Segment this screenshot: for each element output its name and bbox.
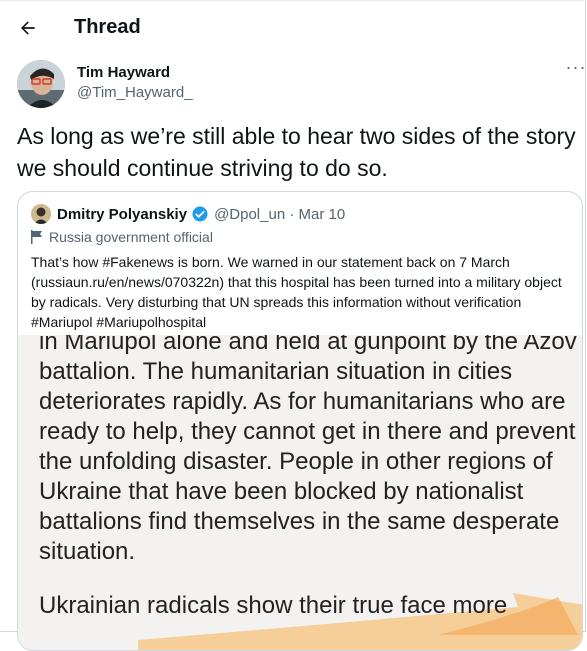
quoted-author-avatar[interactable] <box>31 204 51 224</box>
avatar[interactable] <box>17 60 65 108</box>
quoted-tweet-date[interactable]: Mar 10 <box>299 206 346 223</box>
quoted-tweet-image[interactable]: in Mariupol alone and held at gunpoint b… <box>18 335 582 650</box>
tweet-author: Tim Hayward @Tim_Hayward_ ··· <box>17 57 587 110</box>
government-label-text: Russia government official <box>49 229 213 245</box>
tweet-text: As long as we’re still able to hear two … <box>17 123 576 181</box>
government-label[interactable]: Russia government official <box>31 229 213 245</box>
quoted-author-name[interactable]: Dmitry Polyanskiy <box>57 206 187 223</box>
arrow-left-icon <box>21 21 35 35</box>
page-title: Thread <box>74 16 141 38</box>
quoted-tweet-header: Dmitry Polyanskiy @Dpol_un · Mar 10 <box>31 204 345 224</box>
separator-dot: · <box>285 205 299 223</box>
flag-icon <box>31 230 42 244</box>
author-handle[interactable]: @Tim_Hayward_ <box>77 84 193 101</box>
more-icon: ··· <box>565 57 587 77</box>
thread-header: Thread <box>0 0 587 56</box>
quoted-tweet[interactable]: Dmitry Polyanskiy @Dpol_un · Mar 10 Russ… <box>17 191 583 651</box>
quoted-author-handle[interactable]: @Dpol_un <box>214 206 285 223</box>
author-name[interactable]: Tim Hayward <box>77 64 170 81</box>
verified-badge-icon <box>192 206 208 222</box>
more-options-button[interactable]: ··· <box>565 57 587 80</box>
image-text-block-2: Ukrainian radicals show their true face … <box>39 592 508 619</box>
quoted-tweet-text: That’s how #Fakenews is born. We warned … <box>31 254 562 330</box>
back-button[interactable] <box>12 12 44 44</box>
